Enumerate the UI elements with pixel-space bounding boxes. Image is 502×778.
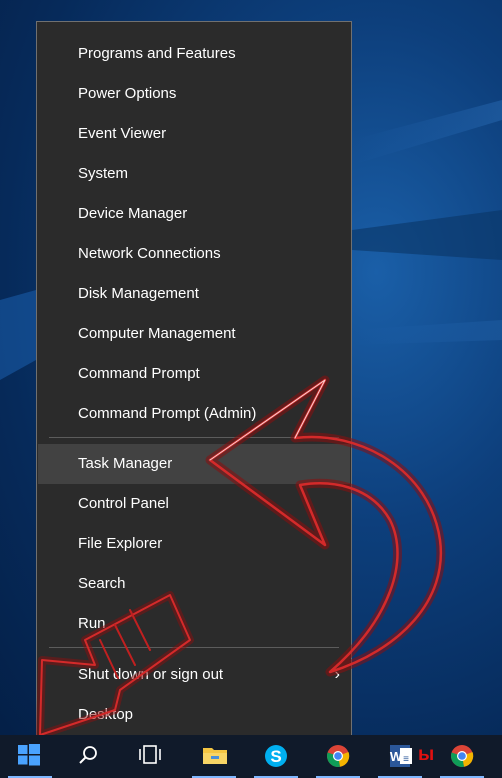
taskbar: S W ≡ ы [0, 735, 502, 778]
svg-text:≡: ≡ [403, 754, 409, 765]
taskbar-search-button[interactable] [66, 735, 114, 778]
start-windows-icon [18, 744, 40, 766]
menu-item-system[interactable]: System [38, 154, 350, 194]
taskbar-file-explorer[interactable] [190, 735, 238, 778]
menu-item-disk-management[interactable]: Disk Management [38, 274, 350, 314]
menu-item-desktop[interactable]: Desktop [38, 695, 350, 735]
menu-item-control-panel[interactable]: Control Panel [38, 484, 350, 524]
menu-item-programs-and-features[interactable]: Programs and Features [38, 34, 350, 74]
menu-separator [49, 647, 339, 648]
task-view-icon [139, 745, 161, 764]
menu-item-task-manager[interactable]: Task Manager [38, 444, 350, 484]
taskbar-skype[interactable]: S [252, 735, 300, 778]
taskbar-chrome[interactable] [314, 735, 362, 778]
file-explorer-icon [203, 748, 227, 764]
chrome-icon [451, 745, 474, 767]
menu-item-search[interactable]: Search [38, 564, 350, 604]
task-view-button[interactable] [126, 735, 174, 778]
menu-item-file-explorer[interactable]: File Explorer [38, 524, 350, 564]
menu-item-computer-management[interactable]: Computer Management [38, 314, 350, 354]
taskbar-chrome-2[interactable] [438, 735, 486, 778]
menu-item-command-prompt-admin[interactable]: Command Prompt (Admin) [38, 394, 350, 434]
menu-item-shut-down[interactable]: Shut down or sign out › [38, 655, 350, 695]
menu-item-command-prompt[interactable]: Command Prompt [38, 354, 350, 394]
menu-separator [49, 437, 339, 438]
svg-text:W: W [390, 749, 403, 764]
word-badge: ы [418, 744, 435, 765]
word-icon: W ≡ [390, 745, 412, 767]
menu-item-network-connections[interactable]: Network Connections [38, 234, 350, 274]
menu-item-run[interactable]: Run [38, 604, 350, 644]
start-button[interactable] [6, 735, 54, 778]
svg-text:S: S [270, 747, 281, 766]
chrome-icon [327, 745, 350, 767]
search-icon [79, 746, 97, 764]
menu-item-shut-down-label: Shut down or sign out [78, 666, 224, 683]
menu-item-event-viewer[interactable]: Event Viewer [38, 114, 350, 154]
taskbar-word[interactable]: W ≡ ы [376, 735, 434, 778]
menu-item-power-options[interactable]: Power Options [38, 74, 350, 114]
chevron-right-icon: › [334, 666, 340, 683]
winx-context-menu: Programs and Features Power Options Even… [36, 21, 352, 743]
menu-item-device-manager[interactable]: Device Manager [38, 194, 350, 234]
skype-icon: S [265, 745, 287, 767]
